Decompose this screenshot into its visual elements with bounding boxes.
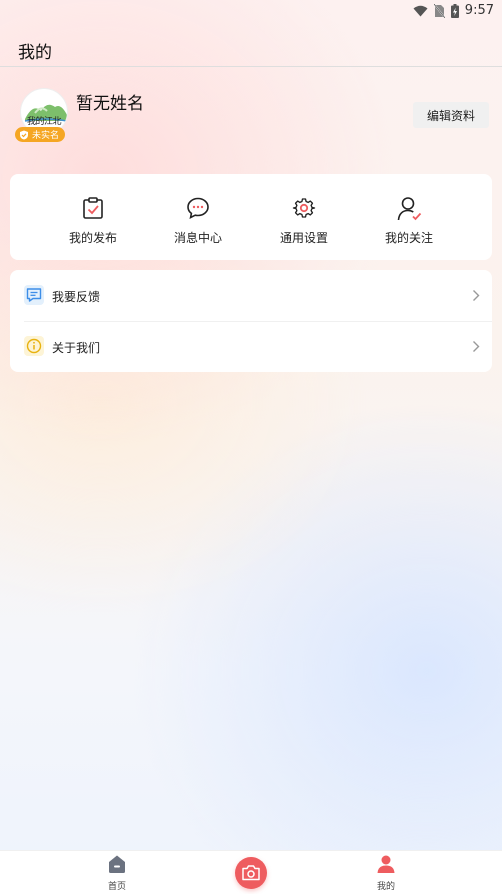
quick-action-settings[interactable]: 通用设置 [254, 174, 354, 260]
quick-action-following[interactable]: 我的关注 [359, 174, 459, 260]
quick-action-label: 我的关注 [384, 231, 433, 245]
user-check-icon [397, 197, 422, 221]
camera-icon [242, 865, 260, 881]
battery-charging-icon [450, 3, 459, 18]
tab-mine[interactable]: 我的 [346, 851, 426, 894]
info-icon [24, 336, 44, 356]
user-name: 暂无姓名 [76, 94, 144, 114]
status-icons: 9:57 [413, 3, 494, 18]
tab-home[interactable]: 首页 [77, 851, 157, 894]
edit-profile-button[interactable]: 编辑资料 [413, 102, 489, 128]
clipboard-check-icon [83, 197, 103, 219]
menu-item-about-us[interactable]: 关于我们 [10, 321, 492, 372]
quick-action-my-posts[interactable]: 我的发布 [43, 174, 143, 260]
tab-home-label: 首页 [107, 882, 126, 892]
camera-button[interactable] [235, 857, 267, 889]
quick-action-message-center[interactable]: 消息中心 [148, 174, 248, 260]
feedback-icon [24, 285, 44, 305]
quick-action-label: 通用设置 [279, 231, 328, 245]
status-time: 9:57 [464, 3, 494, 18]
avatar-logo-text: 我的江北 [26, 117, 62, 127]
quick-action-label: 消息中心 [173, 231, 222, 245]
shield-check-icon [20, 130, 28, 139]
chat-bubble-icon [187, 197, 209, 219]
quick-actions-card: 我的发布 消息中心 通用设置 我的关注 [10, 174, 492, 260]
badge-label: 未实名 [32, 131, 60, 141]
gear-icon [292, 198, 316, 218]
header-divider [0, 66, 502, 67]
page-title: 我的 [18, 43, 52, 63]
chevron-right-icon [473, 341, 480, 352]
verification-badge[interactable]: 未实名 [15, 127, 66, 142]
status-bar: 9:57 [0, 0, 502, 22]
quick-action-label: 我的发布 [68, 231, 117, 245]
menu-item-label: 关于我们 [52, 341, 101, 355]
no-sim-icon [433, 3, 445, 18]
user-profile-icon [377, 855, 395, 873]
home-icon [109, 855, 125, 873]
tab-mine-label: 我的 [376, 882, 395, 892]
menu-item-feedback[interactable]: 我要反馈 [10, 270, 492, 322]
chevron-right-icon [473, 290, 480, 301]
menu-item-label: 我要反馈 [52, 290, 101, 304]
wifi-icon [413, 5, 428, 16]
menu-list-card: 我要反馈 关于我们 [10, 270, 492, 372]
